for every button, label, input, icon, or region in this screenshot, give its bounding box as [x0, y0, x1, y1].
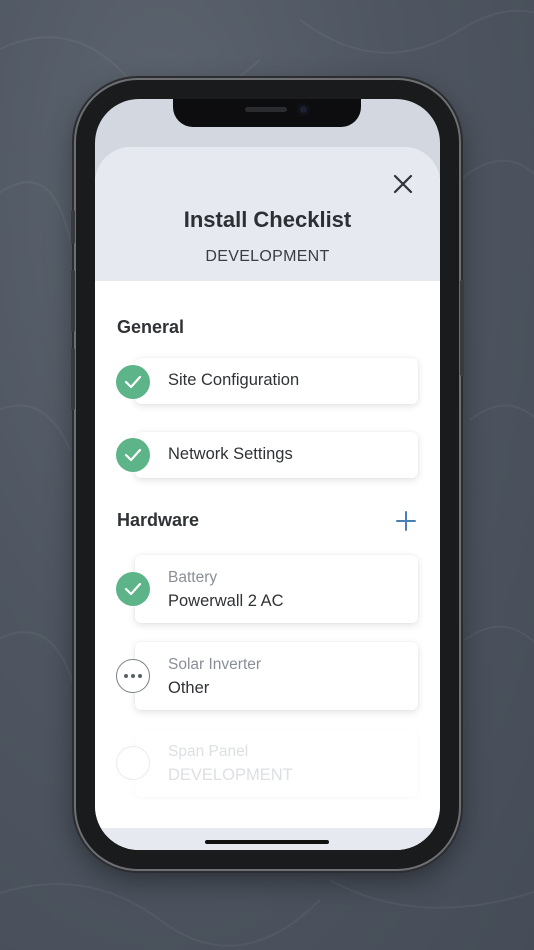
checkmark-icon — [124, 582, 142, 596]
item-label: Solar Inverter — [168, 656, 262, 673]
section-title-hardware: Hardware — [117, 510, 200, 530]
checkmark-icon — [124, 375, 142, 389]
home-indicator[interactable] — [205, 840, 329, 844]
volume-down-button — [71, 348, 75, 410]
item-label: Site Configuration — [168, 371, 300, 389]
speaker — [245, 107, 287, 112]
item-label: Span Panel — [168, 743, 249, 760]
checklist-item-solar-inverter[interactable]: Solar Inverter Other — [135, 642, 418, 710]
mute-switch — [71, 210, 75, 244]
status-in-progress — [116, 659, 150, 693]
section-title-general: General — [117, 317, 185, 337]
plus-icon — [396, 511, 416, 531]
volume-up-button — [71, 270, 75, 332]
item-label: Battery — [168, 569, 218, 586]
notch — [173, 99, 361, 127]
checklist-item-network-settings[interactable]: Network Settings — [135, 432, 418, 478]
item-label: Network Settings — [168, 445, 293, 463]
checklist-item-site-configuration[interactable]: Site Configuration — [135, 358, 418, 404]
sheet-header: Install Checklist DEVELOPMENT — [95, 147, 440, 281]
item-value: Other — [168, 679, 210, 697]
status-complete — [116, 572, 150, 606]
close-icon — [393, 174, 413, 194]
close-button[interactable] — [390, 171, 416, 197]
item-value: DEVELOPMENT — [168, 766, 293, 784]
checklist-item-span-panel: Span Panel DEVELOPMENT — [135, 729, 418, 797]
install-checklist-sheet: Install Checklist DEVELOPMENT General Si… — [95, 147, 440, 850]
environment-subtitle: DEVELOPMENT — [205, 248, 330, 265]
power-button — [460, 280, 464, 376]
home-indicator-area — [95, 828, 440, 850]
more-dots-icon — [124, 674, 142, 678]
status-complete — [116, 365, 150, 399]
status-complete — [116, 438, 150, 472]
item-value: Powerwall 2 AC — [168, 592, 284, 610]
front-camera — [297, 103, 310, 116]
checklist-item-battery[interactable]: Battery Powerwall 2 AC — [135, 555, 418, 623]
phone-screen: Install Checklist DEVELOPMENT General Si… — [95, 99, 440, 850]
add-hardware-button[interactable] — [394, 509, 418, 533]
page-title: Install Checklist — [183, 207, 352, 232]
phone-frame: Install Checklist DEVELOPMENT General Si… — [71, 80, 464, 869]
checkmark-icon — [124, 448, 142, 462]
status-disabled — [116, 746, 150, 780]
